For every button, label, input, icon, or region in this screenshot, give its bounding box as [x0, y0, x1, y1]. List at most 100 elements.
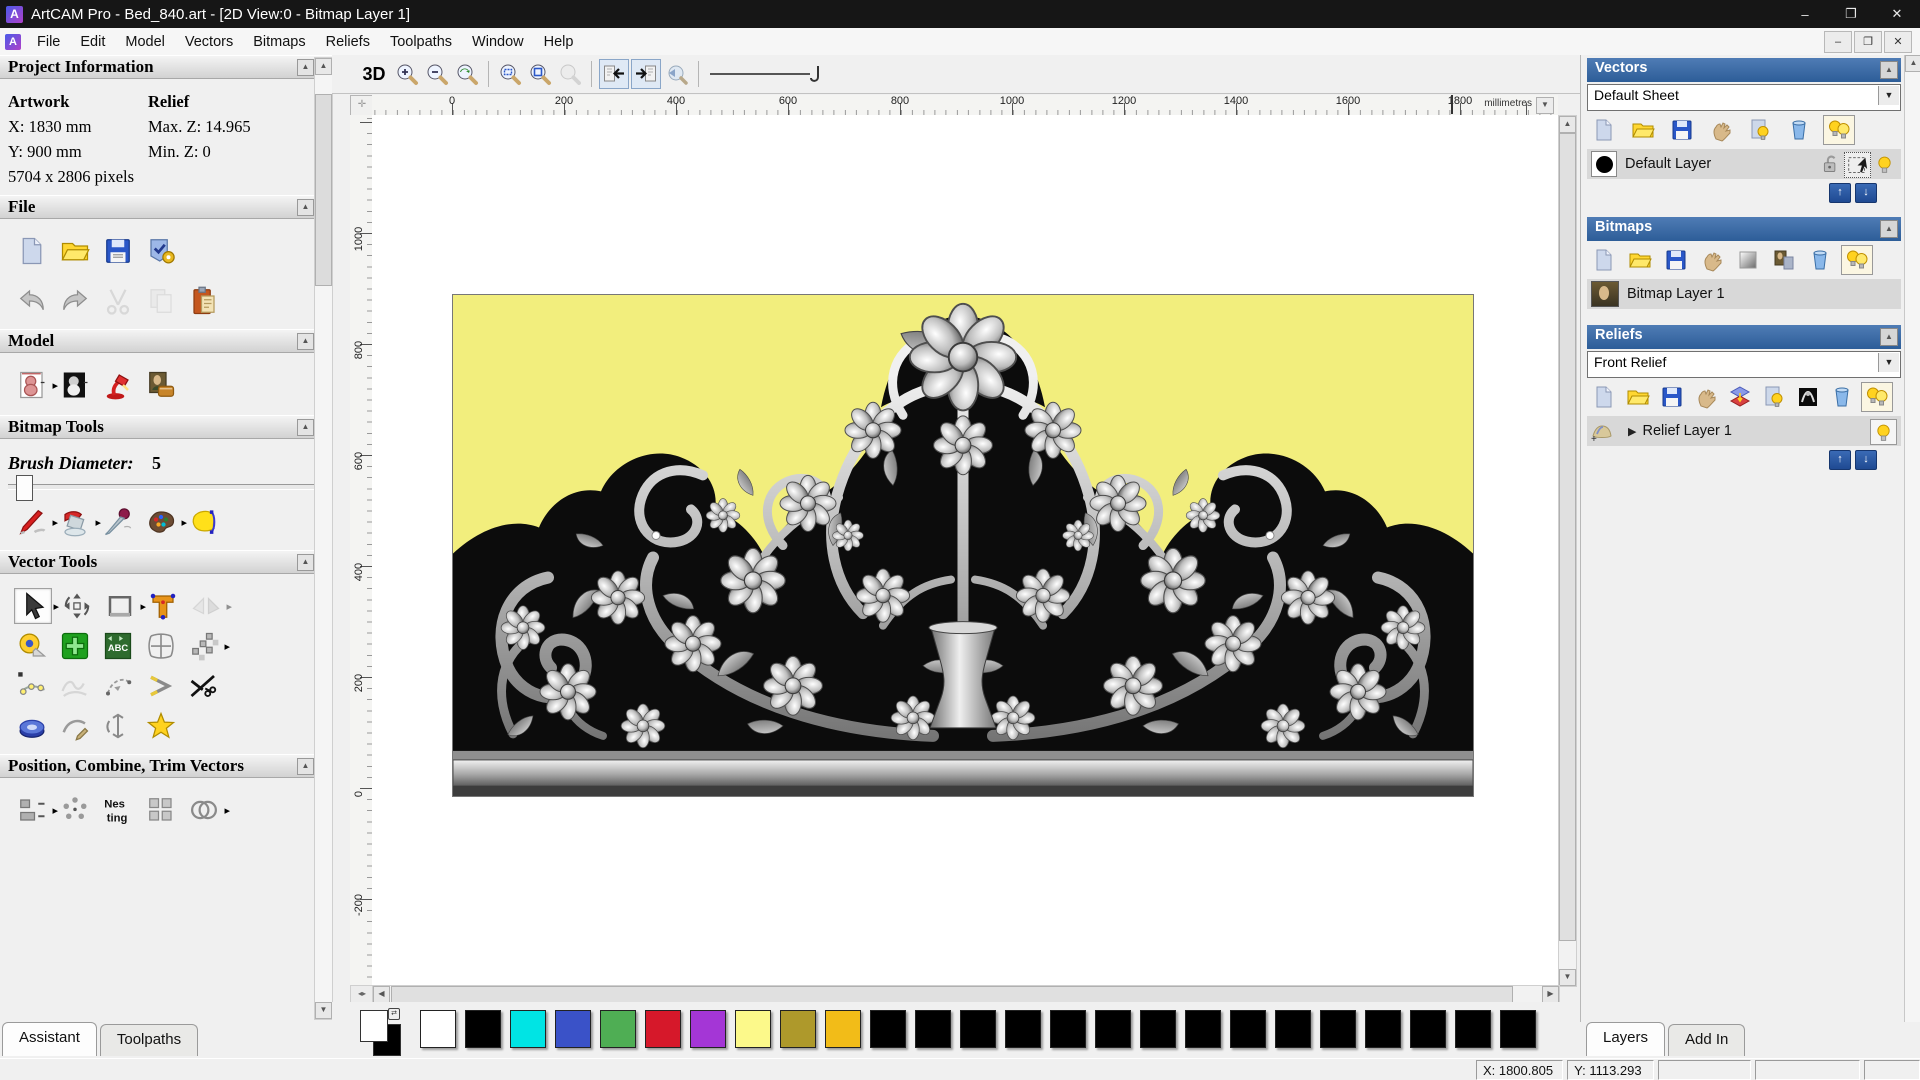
trim-vectors-icon[interactable]	[186, 669, 222, 703]
load-relief-image-icon[interactable]	[143, 368, 179, 402]
layer-visibility-icon[interactable]	[1872, 152, 1897, 176]
palette-swatch[interactable]	[1410, 1010, 1446, 1048]
menu-item[interactable]: Window	[462, 30, 534, 54]
zoom-objects-icon[interactable]	[556, 60, 584, 88]
palette-swatch[interactable]	[1500, 1010, 1536, 1048]
open-vector-layer-icon[interactable]	[1628, 116, 1658, 144]
colour-picker-icon[interactable]	[100, 505, 136, 539]
collapse-button[interactable]: ▲	[297, 554, 314, 571]
zoom-out-icon[interactable]	[423, 60, 451, 88]
scroll-up-icon[interactable]: ▲	[1559, 116, 1576, 133]
palette-swatch[interactable]	[735, 1010, 771, 1048]
set-model-size-icon[interactable]	[14, 368, 58, 402]
vector-layer-row[interactable]: Default Layer	[1587, 149, 1901, 179]
scroll-down-icon[interactable]: ▼	[315, 1002, 332, 1019]
scroll-up-icon[interactable]: ▲	[315, 58, 332, 75]
maximize-button[interactable]: ❐	[1828, 0, 1874, 28]
primary-colour-swatch[interactable]	[360, 1010, 388, 1042]
create-rectangle-icon[interactable]	[102, 589, 146, 623]
scroll-thumb[interactable]	[315, 94, 332, 286]
2d-view-canvas[interactable]	[372, 115, 1558, 985]
edit-colours-icon[interactable]	[143, 505, 187, 539]
block-paste-icon[interactable]	[57, 629, 93, 663]
mirror-vectors-icon[interactable]	[188, 589, 232, 623]
align-vectors-icon[interactable]	[14, 793, 58, 827]
layer-visibility-icon[interactable]	[1870, 419, 1897, 445]
collapse-button[interactable]: ▲	[297, 333, 314, 350]
canvas-vertical-scrollbar[interactable]: ▲ ▼	[1558, 115, 1577, 987]
palette-swatch[interactable]	[1095, 1010, 1131, 1048]
slider-thumb[interactable]	[16, 475, 33, 501]
assistant-scrollbar[interactable]: ▲ ▼	[314, 57, 333, 1020]
delete-bitmap-layer-icon[interactable]	[1805, 246, 1835, 274]
fillet-curve-icon[interactable]	[57, 709, 93, 743]
palette-swatch[interactable]	[1185, 1010, 1221, 1048]
open-bitmap-layer-icon[interactable]	[1625, 246, 1655, 274]
undo-icon[interactable]	[14, 284, 50, 318]
collapse-button[interactable]: ▲	[297, 59, 314, 76]
palette-swatch[interactable]	[960, 1010, 996, 1048]
menu-item[interactable]: Bitmaps	[243, 30, 315, 54]
lock-layer-icon[interactable]	[1818, 152, 1843, 176]
collapse-button[interactable]: ▲	[297, 419, 314, 436]
copy-icon[interactable]	[143, 284, 179, 318]
circular-copy-icon[interactable]	[57, 793, 93, 827]
create-star-icon[interactable]	[143, 709, 179, 743]
mdi-close-button[interactable]: ✕	[1884, 30, 1912, 53]
collapse-button[interactable]: ▲	[1880, 328, 1898, 346]
node-editing-icon[interactable]	[14, 669, 50, 703]
merge-relief-layers-icon[interactable]	[1691, 383, 1721, 411]
open-model-icon[interactable]	[57, 234, 93, 268]
menu-item[interactable]: File	[27, 30, 70, 54]
zoom-fit-icon[interactable]	[526, 60, 554, 88]
palette-swatch[interactable]	[1230, 1010, 1266, 1048]
palette-swatch[interactable]	[555, 1010, 591, 1048]
mdi-minimize-button[interactable]: –	[1824, 30, 1852, 53]
new-relief-layer-icon[interactable]	[1589, 383, 1619, 411]
layers-panel-scrollbar[interactable]: ▲	[1904, 55, 1920, 1022]
redo-icon[interactable]	[57, 284, 93, 318]
scroll-thumb[interactable]	[1559, 133, 1576, 941]
mdi-restore-button[interactable]: ❐	[1854, 30, 1882, 53]
new-vector-layer-icon[interactable]	[1589, 116, 1619, 144]
open-relief-layer-icon[interactable]	[1623, 383, 1653, 411]
paste-icon[interactable]	[186, 284, 222, 318]
zoom-window-icon[interactable]	[496, 60, 524, 88]
scroll-up-icon[interactable]: ▲	[1905, 55, 1920, 72]
toggle-layer-visibility-icon[interactable]	[1745, 116, 1775, 144]
create-arc-icon[interactable]	[100, 669, 136, 703]
new-bitmap-layer-icon[interactable]	[1589, 246, 1619, 274]
menu-item[interactable]: Model	[115, 30, 175, 54]
relief-select[interactable]: Front Relief ▼	[1587, 351, 1901, 378]
menu-item[interactable]: Help	[534, 30, 584, 54]
toggle-bitmap-view-icon[interactable]	[631, 59, 661, 89]
new-model-icon[interactable]	[14, 234, 50, 268]
free-polyline-icon[interactable]	[57, 669, 93, 703]
transform-vectors-icon[interactable]	[59, 589, 95, 623]
palette-swatch[interactable]	[1320, 1010, 1356, 1048]
envelope-distort-icon[interactable]	[143, 629, 179, 663]
preview-relief-icon[interactable]	[663, 60, 691, 88]
scroll-down-icon[interactable]: ▼	[1559, 969, 1576, 986]
greyscale-layer-icon[interactable]	[1733, 246, 1763, 274]
palette-swatch[interactable]	[780, 1010, 816, 1048]
save-model-icon[interactable]	[100, 234, 136, 268]
select-vectors-icon[interactable]	[14, 588, 59, 624]
ruler-origin-icon[interactable]: ✛	[350, 95, 374, 117]
delete-vector-layer-icon[interactable]	[1784, 116, 1814, 144]
toggle-relief-visibility-icon[interactable]	[1759, 383, 1789, 411]
paste-along-curve-icon[interactable]: ABC	[100, 629, 136, 663]
combine-relief-icon[interactable]	[1725, 383, 1755, 411]
palette-swatch[interactable]	[510, 1010, 546, 1048]
view-3d-button[interactable]: 3D	[357, 60, 391, 88]
menu-item[interactable]: Vectors	[175, 30, 243, 54]
merge-bitmap-layers-icon[interactable]	[1697, 246, 1727, 274]
move-layer-up-icon[interactable]: ↑	[1829, 183, 1851, 203]
primary-secondary-colours[interactable]: ⇄	[360, 1008, 404, 1056]
palette-swatch[interactable]	[825, 1010, 861, 1048]
nesting-icon[interactable]: Nes ting	[100, 793, 136, 827]
greyscale-model-icon[interactable]	[57, 368, 93, 402]
toggle-all-layers-icon[interactable]	[1823, 115, 1855, 145]
chevron-down-icon[interactable]: ▼	[1878, 353, 1899, 372]
create-text-icon[interactable]	[145, 589, 181, 623]
